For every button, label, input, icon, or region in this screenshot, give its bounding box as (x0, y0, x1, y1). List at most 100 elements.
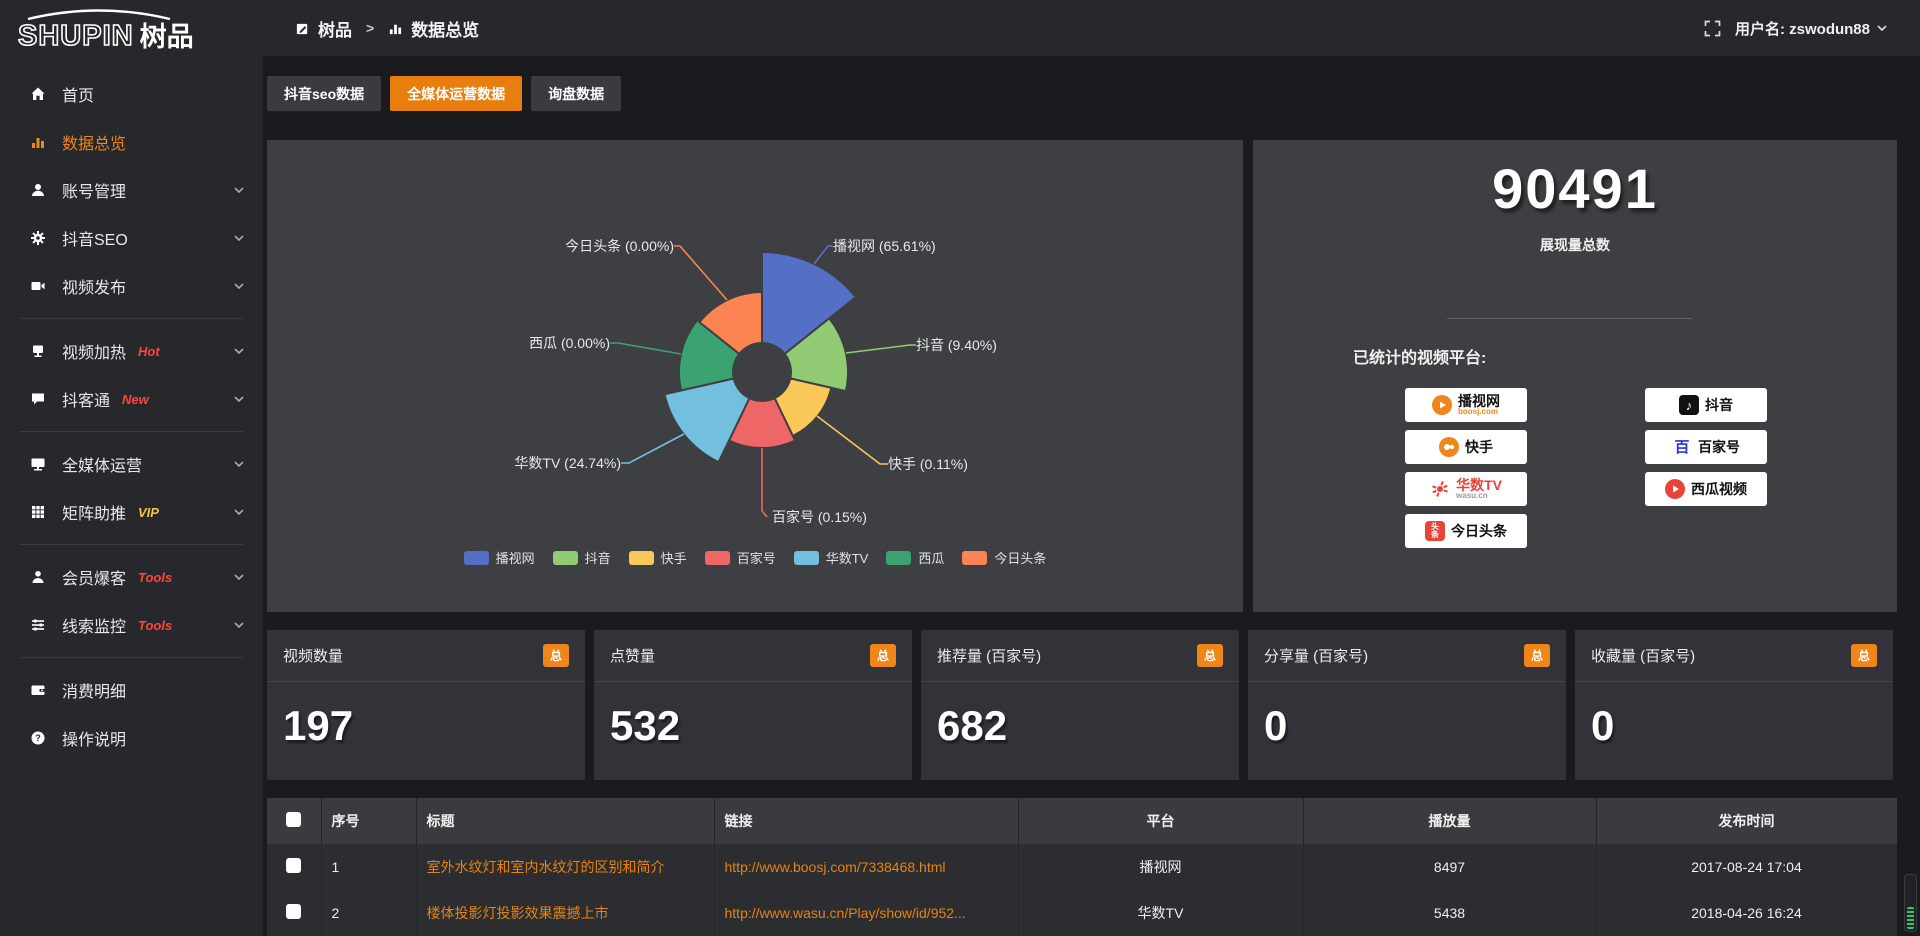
platform-name: 快手 (1465, 440, 1493, 455)
logo-text-cn: 树品 (140, 24, 194, 51)
videos-table-wrap: 序号标题链接平台播放量发布时间 1室外水纹灯和室内水纹灯的区别和简介http:/… (267, 798, 1897, 936)
scrollbar-grip[interactable] (1907, 907, 1914, 929)
legend-label: 播视网 (496, 548, 535, 567)
chevron-down-icon (1876, 22, 1888, 34)
user-menu[interactable]: 用户名: zswodun88 (1735, 18, 1888, 39)
legend-item-西瓜[interactable]: 西瓜 (886, 548, 944, 567)
total-badge[interactable]: 总 (1851, 644, 1877, 667)
stat-card-title: 收藏量 (百家号) (1591, 645, 1695, 666)
pie-label-今日头条: 今日头条 (0.00%) (565, 238, 674, 254)
sidebar-item-10[interactable]: 线索监控 Tools (0, 601, 263, 649)
total-badge[interactable]: 总 (870, 644, 896, 667)
sidebar-item-label: 全媒体运营 (62, 452, 142, 476)
legend-swatch (553, 551, 578, 565)
cell-time: 2017-08-24 17:04 (1596, 844, 1897, 890)
app-logo[interactable]: SHUPIN 树品 (0, 0, 263, 62)
sidebar-item-label: 视频发布 (62, 274, 126, 298)
pie-label-快手: 快手 (0.11%) (888, 456, 968, 472)
stat-card-value: 532 (594, 682, 912, 750)
legend-item-快手[interactable]: 快手 (629, 548, 687, 567)
home-icon (28, 84, 48, 104)
sidebar-item-0[interactable]: 首页 (0, 70, 263, 118)
legend-item-抖音[interactable]: 抖音 (553, 548, 611, 567)
sidebar-item-4[interactable]: 视频发布 (0, 262, 263, 310)
cell-title[interactable]: 室外水纹灯和室内水纹灯的区别和简介 (416, 844, 714, 890)
topbar: 树品 > 数据总览 用户名: zswodun88 (263, 0, 1920, 57)
platform-name: 今日头条 (1451, 524, 1507, 539)
bar-chart-icon (388, 21, 403, 36)
legend-swatch (794, 551, 819, 565)
legend-item-播视网[interactable]: 播视网 (464, 548, 535, 567)
sidebar-item-tag: Tools (138, 618, 172, 633)
breadcrumb-item-shupin[interactable]: 树品 (318, 16, 352, 41)
sidebar-divider (20, 657, 243, 658)
stat-cards-row: 视频数量总197点赞量总532推荐量 (百家号)总682分享量 (百家号)总0收… (267, 630, 1897, 780)
fullscreen-icon[interactable] (1704, 20, 1721, 37)
sidebar-item-label: 首页 (62, 82, 94, 106)
page-scrollbar[interactable] (1904, 874, 1917, 932)
legend-item-今日头条[interactable]: 今日头条 (962, 548, 1046, 567)
table-header-4: 播放量 (1303, 798, 1596, 844)
sidebar-item-7[interactable]: 全媒体运营 (0, 440, 263, 488)
legend-item-百家号[interactable]: 百家号 (705, 548, 776, 567)
total-badge[interactable]: 总 (1524, 644, 1550, 667)
sidebar-item-11[interactable]: 消费明细 (0, 666, 263, 714)
sidebar-item-3[interactable]: 抖音SEO (0, 214, 263, 262)
stat-card-title: 分享量 (百家号) (1264, 645, 1368, 666)
monitor-small-icon (28, 341, 48, 361)
chevron-down-icon (233, 184, 245, 196)
pie-chart-panel: 播视网 (65.61%)抖音 (9.40%)快手 (0.11%)百家号 (0.1… (267, 140, 1243, 612)
platform-sub: wasu.cn (1456, 492, 1488, 500)
breadcrumb: 树品 > 数据总览 (295, 16, 479, 41)
row-checkbox[interactable] (286, 904, 301, 919)
cell-time: 2018-04-26 16:24 (1596, 890, 1897, 936)
total-badge[interactable]: 总 (1197, 644, 1223, 667)
legend-item-华数TV[interactable]: 华数TV (794, 548, 869, 567)
pie-label-播视网: 播视网 (65.61%) (833, 238, 936, 254)
cell-plays: 8497 (1303, 844, 1596, 890)
pie-label-line (846, 345, 916, 353)
sidebar-item-9[interactable]: 会员爆客Tools (0, 553, 263, 601)
chart-legend: 播视网抖音快手百家号华数TV 西瓜今日头条 (267, 548, 1243, 567)
cell-platform: 华数TV (1018, 890, 1303, 936)
row-checkbox[interactable] (286, 858, 301, 873)
tab-1[interactable]: 全媒体运营数据 (390, 76, 522, 111)
sidebar-item-label: 账号管理 (62, 178, 126, 202)
chevron-down-icon (233, 393, 245, 405)
cell-title[interactable]: 楼体投影灯投影效果震撼上市 (416, 890, 714, 936)
tab-2[interactable]: 询盘数据 (531, 76, 621, 111)
cell-plays: 5438 (1303, 890, 1596, 936)
sidebar-item-12[interactable]: ?操作说明 (0, 714, 263, 762)
monitor-icon (28, 454, 48, 474)
sidebar-item-6[interactable]: 抖客通New (0, 375, 263, 423)
platform-badge-百家号: 百百家号 (1645, 430, 1767, 464)
table-header-0: 序号 (321, 798, 416, 844)
legend-swatch (962, 551, 987, 565)
videos-table: 序号标题链接平台播放量发布时间 1室外水纹灯和室内水纹灯的区别和简介http:/… (267, 798, 1897, 936)
select-all-checkbox[interactable] (286, 812, 301, 827)
total-badge[interactable]: 总 (543, 644, 569, 667)
stat-card-1: 点赞量总532 (594, 630, 912, 780)
sidebar-item-2[interactable]: 账号管理 (0, 166, 263, 214)
sidebar-item-label: 线索监控 (62, 613, 126, 637)
grid-icon (28, 502, 48, 522)
summary-panel: 90491 展现量总数 已统计的视频平台: 播视网boosj.com♪抖音快手百… (1253, 140, 1897, 612)
table-header-5: 发布时间 (1596, 798, 1897, 844)
sidebar-divider (20, 318, 243, 319)
legend-label: 西瓜 (918, 548, 944, 567)
svg-text:?: ? (35, 733, 41, 743)
pie-slice-华数TV[interactable] (665, 378, 750, 462)
breadcrumb-item-data-overview[interactable]: 数据总览 (411, 16, 479, 41)
sidebar-item-5[interactable]: 视频加热Hot (0, 327, 263, 375)
platform-badges: 播视网boosj.com♪抖音快手百百家号华数TVwasu.cn西瓜视频头条今日… (1253, 140, 1897, 612)
sidebar-item-8[interactable]: 矩阵助推VIP (0, 488, 263, 536)
platform-badge-播视网: 播视网boosj.com (1405, 388, 1527, 422)
wallet-icon (28, 680, 48, 700)
pie-label-华数TV: 华数TV (24.74%) (514, 455, 621, 471)
sidebar-item-label: 抖客通 (62, 387, 110, 411)
tab-0[interactable]: 抖音seo数据 (267, 76, 381, 111)
sidebar-item-1[interactable]: 数据总览 (0, 118, 263, 166)
stat-card-2: 推荐量 (百家号)总682 (921, 630, 1239, 780)
cell-link[interactable]: http://www.wasu.cn/Play/show/id/952... (714, 890, 1018, 936)
cell-link[interactable]: http://www.boosj.com/7338468.html (714, 844, 1018, 890)
